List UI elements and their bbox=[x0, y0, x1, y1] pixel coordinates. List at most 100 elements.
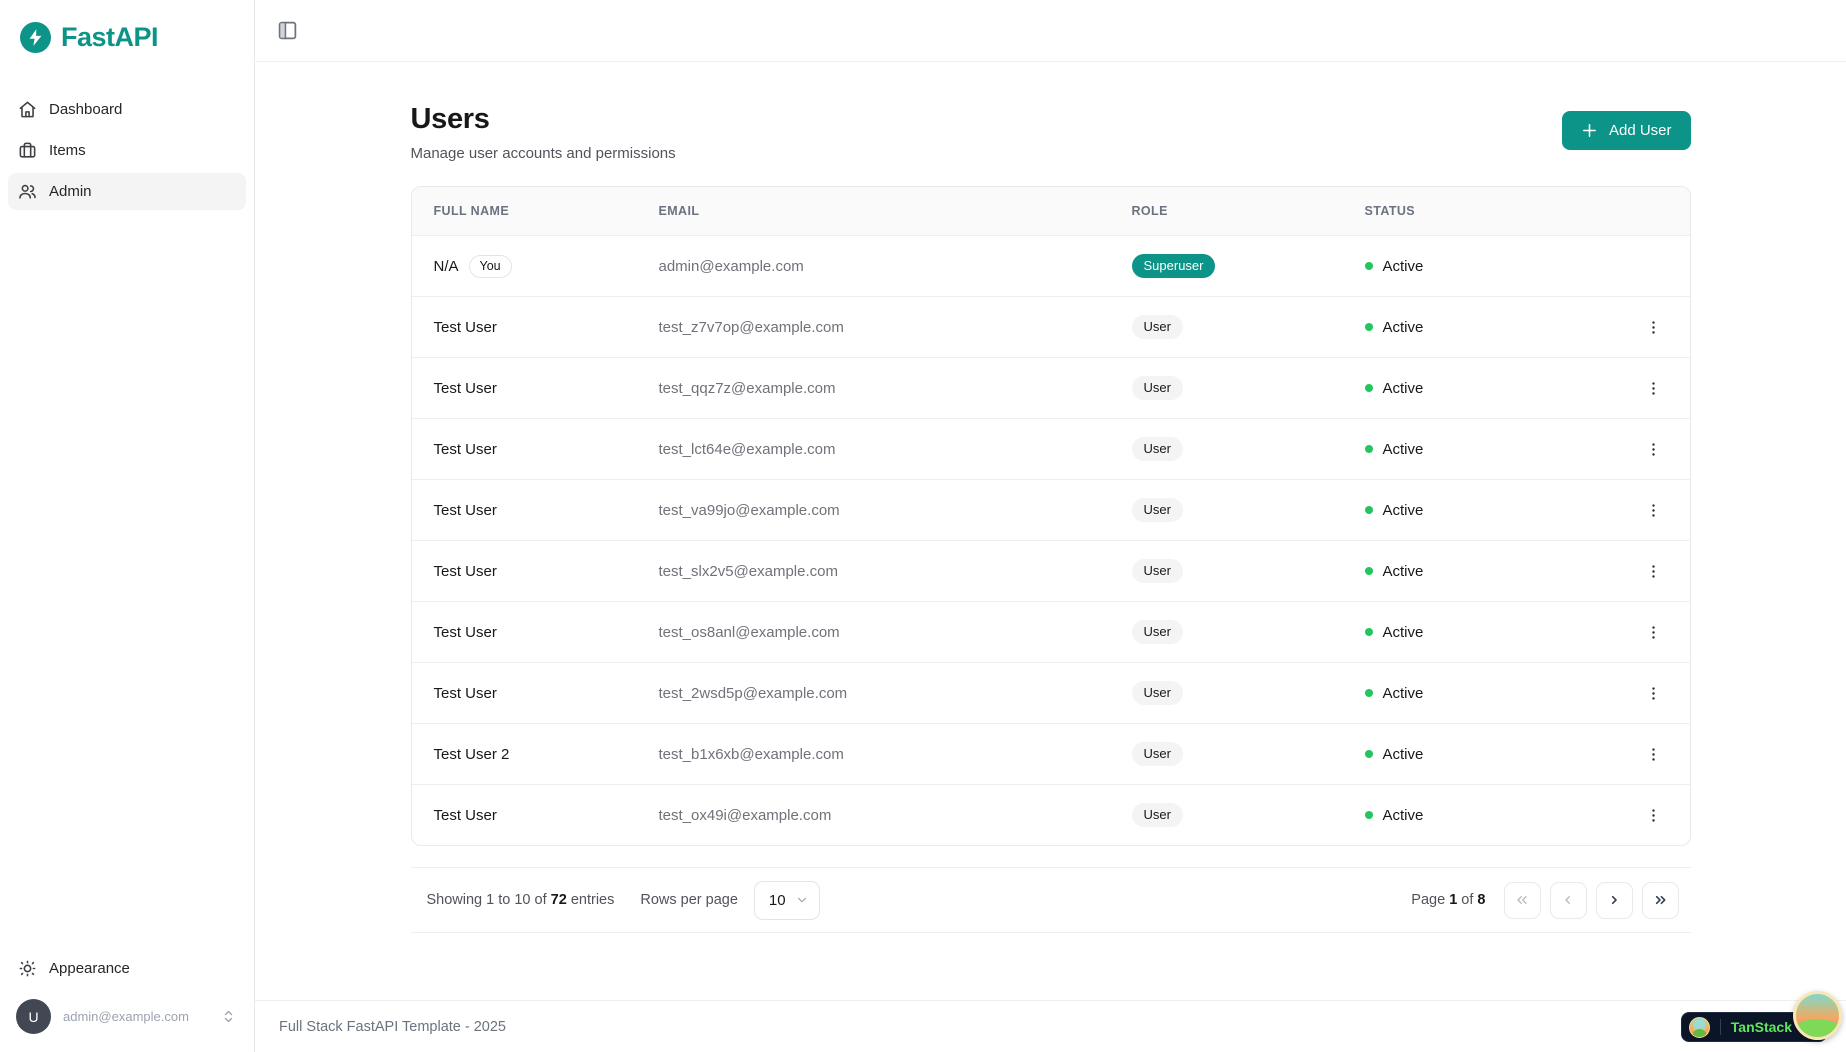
status-label: Active bbox=[1383, 380, 1424, 397]
user-email: admin@example.com bbox=[63, 1009, 209, 1024]
user-full-name: Test User bbox=[434, 319, 497, 336]
table-row: Test User test_ox49i@example.com User Ac… bbox=[412, 784, 1690, 845]
ellipsis-vertical-icon bbox=[1645, 502, 1662, 519]
page-subtitle: Manage user accounts and permissions bbox=[411, 145, 676, 162]
user-email-cell: admin@example.com bbox=[659, 258, 1132, 275]
plus-icon bbox=[1581, 122, 1598, 139]
sidebar-footer: Appearance U admin@example.com bbox=[0, 942, 254, 1052]
home-icon bbox=[18, 100, 37, 119]
row-actions-button[interactable] bbox=[1639, 618, 1668, 647]
add-user-label: Add User bbox=[1609, 122, 1672, 139]
active-status-dot bbox=[1365, 811, 1373, 819]
table-row: Test User test_z7v7op@example.com User A… bbox=[412, 296, 1690, 357]
sidebar-item-dashboard[interactable]: Dashboard bbox=[8, 91, 246, 128]
user-full-name: Test User bbox=[434, 502, 497, 519]
sidebar-item-label: Admin bbox=[49, 183, 92, 200]
user-email-cell: test_b1x6xb@example.com bbox=[659, 746, 1132, 763]
user-email-cell: test_ox49i@example.com bbox=[659, 807, 1132, 824]
active-status-dot bbox=[1365, 262, 1373, 270]
role-badge: User bbox=[1132, 803, 1183, 827]
next-page-button[interactable] bbox=[1596, 882, 1633, 919]
page-content: Users Manage user accounts and permissio… bbox=[411, 62, 1691, 1000]
status-label: Active bbox=[1383, 685, 1424, 702]
showing-entries-text: Showing 1 to 10 of 72 entries bbox=[427, 892, 615, 908]
table-row: Test User test_qqz7z@example.com User Ac… bbox=[412, 357, 1690, 418]
row-actions-button[interactable] bbox=[1639, 435, 1668, 464]
user-full-name: Test User bbox=[434, 624, 497, 641]
app-footer: Full Stack FastAPI Template - 2025 bbox=[255, 1000, 1846, 1052]
table-row: Test User test_2wsd5p@example.com User A… bbox=[412, 662, 1690, 723]
row-actions-button[interactable] bbox=[1639, 496, 1668, 525]
brand-name: FastAPI bbox=[61, 22, 158, 53]
divider bbox=[1720, 1019, 1721, 1035]
page-indicator: Page 1 of 8 bbox=[1411, 892, 1485, 908]
users-table-body: N/A You admin@example.com Superuser Acti… bbox=[412, 235, 1690, 845]
avatar: U bbox=[16, 999, 51, 1034]
active-status-dot bbox=[1365, 567, 1373, 575]
rows-per-page-select[interactable]: 10 bbox=[754, 881, 820, 920]
sidebar-toggle-button[interactable] bbox=[273, 16, 302, 45]
user-email-cell: test_slx2v5@example.com bbox=[659, 563, 1132, 580]
sidebar-item-admin[interactable]: Admin bbox=[8, 173, 246, 210]
chevrons-up-down-icon bbox=[221, 1009, 236, 1024]
user-full-name: Test User bbox=[434, 685, 497, 702]
user-email-cell: test_os8anl@example.com bbox=[659, 624, 1132, 641]
row-actions-button[interactable] bbox=[1639, 557, 1668, 586]
user-full-name: Test User bbox=[434, 807, 497, 824]
chevron-right-icon bbox=[1606, 892, 1622, 908]
row-actions-button[interactable] bbox=[1639, 374, 1668, 403]
tanstack-devtools-toggle[interactable] bbox=[1793, 991, 1842, 1040]
appearance-button[interactable]: Appearance bbox=[8, 950, 246, 987]
total-pages: 8 bbox=[1477, 892, 1485, 908]
column-header-role: Role bbox=[1132, 204, 1365, 218]
sidebar-item-items[interactable]: Items bbox=[8, 132, 246, 169]
role-badge: Superuser bbox=[1132, 254, 1216, 278]
sidebar-nav: Dashboard Items Admin bbox=[0, 61, 254, 210]
table-row: Test User 2 test_b1x6xb@example.com User… bbox=[412, 723, 1690, 784]
table-row: Test User test_va99jo@example.com User A… bbox=[412, 479, 1690, 540]
user-full-name: Test User bbox=[434, 380, 497, 397]
role-badge: User bbox=[1132, 620, 1183, 644]
column-header-email: Email bbox=[659, 204, 1132, 218]
active-status-dot bbox=[1365, 384, 1373, 392]
previous-page-button[interactable] bbox=[1550, 882, 1587, 919]
status-label: Active bbox=[1383, 502, 1424, 519]
table-header-row: Full Name Email Role Status bbox=[412, 187, 1690, 235]
status-label: Active bbox=[1383, 258, 1424, 275]
first-page-button[interactable] bbox=[1504, 882, 1541, 919]
row-actions-button[interactable] bbox=[1639, 740, 1668, 769]
chevrons-left-icon bbox=[1514, 892, 1530, 908]
sidebar-item-label: Dashboard bbox=[49, 101, 122, 118]
rows-per-page-value: 10 bbox=[769, 892, 786, 909]
active-status-dot bbox=[1365, 628, 1373, 636]
row-actions-button[interactable] bbox=[1639, 801, 1668, 830]
role-badge: User bbox=[1132, 559, 1183, 583]
briefcase-icon bbox=[18, 141, 37, 160]
users-table: Full Name Email Role Status N/A You admi… bbox=[411, 186, 1691, 846]
active-status-dot bbox=[1365, 689, 1373, 697]
panel-left-icon bbox=[277, 20, 298, 41]
user-email-cell: test_2wsd5p@example.com bbox=[659, 685, 1132, 702]
entries-total: 72 bbox=[551, 892, 567, 908]
sidebar: FastAPI Dashboard Items Admin Appearance… bbox=[0, 0, 255, 1052]
status-label: Active bbox=[1383, 807, 1424, 824]
table-row: N/A You admin@example.com Superuser Acti… bbox=[412, 235, 1690, 296]
chevrons-right-icon bbox=[1652, 892, 1668, 908]
table-row: Test User test_lct64e@example.com User A… bbox=[412, 418, 1690, 479]
add-user-button[interactable]: Add User bbox=[1562, 111, 1691, 150]
row-actions-button[interactable] bbox=[1639, 679, 1668, 708]
ellipsis-vertical-icon bbox=[1645, 807, 1662, 824]
chevron-down-icon bbox=[795, 893, 809, 907]
table-row: Test User test_os8anl@example.com User A… bbox=[412, 601, 1690, 662]
rows-per-page-label: Rows per page bbox=[640, 892, 738, 908]
status-label: Active bbox=[1383, 563, 1424, 580]
user-menu-button[interactable]: U admin@example.com bbox=[8, 993, 246, 1040]
users-icon bbox=[18, 182, 37, 201]
brand-logo[interactable]: FastAPI bbox=[0, 0, 254, 61]
chevron-left-icon bbox=[1560, 892, 1576, 908]
ellipsis-vertical-icon bbox=[1645, 380, 1662, 397]
last-page-button[interactable] bbox=[1642, 882, 1679, 919]
user-email-cell: test_qqz7z@example.com bbox=[659, 380, 1132, 397]
role-badge: User bbox=[1132, 681, 1183, 705]
row-actions-button[interactable] bbox=[1639, 313, 1668, 342]
